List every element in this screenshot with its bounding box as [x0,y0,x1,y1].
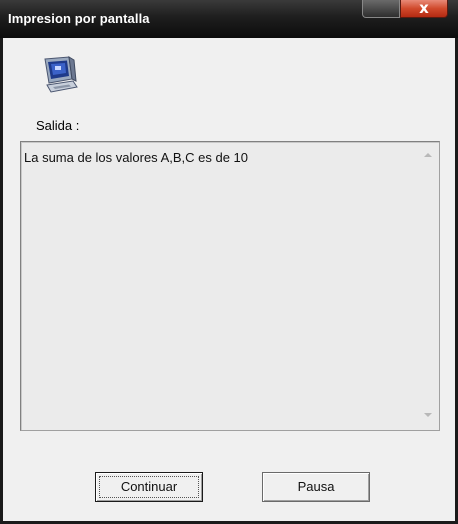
close-icon: x [419,0,429,17]
output-line: La suma de los valores A,B,C es de 10 [24,150,249,165]
window-title: Impresion por pantalla [8,11,150,26]
continue-button[interactable]: Continuar [95,472,203,502]
output-textarea[interactable]: La suma de los valores A,B,C es de 10 [20,141,440,431]
pause-button-label: Pausa [297,479,335,494]
output-label: Salida : [36,118,80,133]
scroll-up-arrow-icon[interactable] [424,153,432,157]
dialog-body: Salida : La suma de los valores A,B,C es… [3,38,455,521]
dialog-window: Impresion por pantalla x Salida : La sum… [0,0,458,524]
minimize-button[interactable] [362,0,400,18]
title-bar[interactable]: Impresion por pantalla x [0,0,458,38]
focus-indicator [99,476,199,498]
scroll-down-arrow-icon[interactable] [424,413,432,417]
computer-monitor-icon [44,56,78,93]
close-button[interactable]: x [400,0,448,18]
pause-button[interactable]: Pausa [262,472,370,502]
